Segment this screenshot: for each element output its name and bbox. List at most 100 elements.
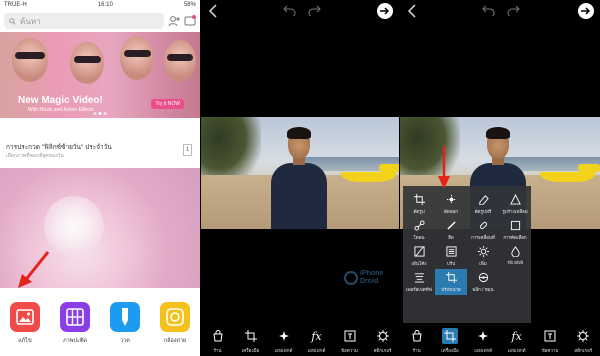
banner-subtitle: With Music and Action Effects bbox=[28, 107, 94, 113]
tab-tools[interactable]: เครื่องมือ bbox=[436, 328, 464, 354]
tab-tools[interactable]: เครื่องมือ bbox=[237, 328, 265, 354]
tool-curves[interactable]: เส้นโค้ง bbox=[403, 243, 435, 269]
tool-label: ปรับขนาด bbox=[441, 287, 461, 292]
banner-title: New Magic Video! bbox=[18, 95, 103, 106]
try-now-button[interactable]: Try it NOW bbox=[151, 99, 184, 109]
tool-adjust[interactable]: ปรับ bbox=[435, 243, 467, 269]
tab-label: ร้าน bbox=[412, 348, 421, 353]
tool-label: การคัดเลือก bbox=[503, 235, 527, 240]
banner-sunglasses bbox=[167, 54, 193, 61]
tab-shop[interactable]: ร้าน bbox=[403, 328, 431, 354]
tab-fx[interactable]: fx เอฟเฟกต์ bbox=[503, 328, 531, 354]
tool-label: รูปร่างเหลือม bbox=[502, 209, 528, 214]
banner-face bbox=[70, 42, 104, 84]
tab-text[interactable]: ข้อความ bbox=[536, 328, 564, 354]
arrow-right-icon bbox=[581, 7, 591, 15]
redo-icon[interactable] bbox=[506, 4, 520, 16]
perspective-icon bbox=[413, 271, 425, 283]
selection-icon bbox=[509, 219, 521, 231]
watermark: iPhone Droid bbox=[344, 270, 383, 286]
sticker-gear-icon bbox=[575, 328, 591, 344]
redo-icon[interactable] bbox=[307, 4, 321, 16]
tab-sticker[interactable]: สติกเกอร์ bbox=[569, 328, 597, 354]
person-shirt bbox=[271, 163, 327, 229]
red-arrow-annotation bbox=[18, 251, 50, 288]
tab-effects[interactable]: เอฟเฟกต์ bbox=[469, 328, 497, 354]
tab-shop[interactable]: ร้าน bbox=[204, 328, 232, 354]
tab-text[interactable]: ข้อความ bbox=[336, 328, 364, 354]
photo-canvas[interactable] bbox=[201, 117, 399, 229]
tool-tilt-shift[interactable]: Tilt Shift bbox=[499, 243, 531, 269]
tool-free-crop[interactable]: ตัดออก bbox=[435, 191, 467, 217]
person-hair bbox=[486, 127, 510, 139]
crop-icon bbox=[413, 193, 425, 205]
free-crop-icon bbox=[445, 193, 457, 205]
tool-selection[interactable]: การคัดเลือก bbox=[499, 217, 531, 243]
editor-bottom-bar: ร้าน เครื่องมือ เอฟเฟกต์ fx เอฟเฟกต์ ข้อค… bbox=[201, 322, 399, 356]
carousel-dot bbox=[103, 112, 107, 115]
tool-flip-rotate[interactable]: พลิก / หมุน bbox=[467, 269, 499, 295]
carousel-dots bbox=[93, 112, 107, 115]
back-chevron-icon[interactable] bbox=[208, 4, 218, 18]
tab-sticker[interactable]: สติกเกอร์ bbox=[369, 328, 397, 354]
tab-fx[interactable]: fx เอฟเฟกต์ bbox=[303, 328, 331, 354]
editor-bottom-bar: ร้าน เครื่องมือ เอฟเฟกต์ fx เอฟเฟกต์ ข้อค… bbox=[400, 322, 600, 356]
dock-item-camera[interactable]: กล้องถ่าย bbox=[155, 302, 195, 345]
shop-bag-icon bbox=[210, 328, 226, 344]
banner-face bbox=[164, 40, 196, 82]
tool-perspective[interactable]: เพอร์สเปคทีฟ bbox=[403, 269, 435, 295]
back-chevron-icon[interactable] bbox=[407, 4, 417, 18]
sticker-gear-icon bbox=[375, 328, 391, 344]
tilt-shift-icon bbox=[509, 245, 521, 257]
tool-motion[interactable]: การเคลื่อนที่ bbox=[467, 217, 499, 243]
tool-shape[interactable]: รูปร่างเหลือม bbox=[499, 191, 531, 217]
tools-menu: ตัดรูป ตัดออก ตัดรูปฟรี รูปร่างเหลือม โค… bbox=[403, 186, 531, 323]
dock-item-collage[interactable]: ภาพปะติด bbox=[55, 302, 95, 345]
camera-icon bbox=[160, 302, 190, 332]
red-arrow-annotation bbox=[438, 146, 450, 189]
search-input[interactable]: ค้นหา bbox=[4, 13, 164, 29]
adjust-icon bbox=[445, 245, 457, 257]
carousel-dot bbox=[98, 112, 102, 115]
person-selfie bbox=[271, 127, 327, 229]
promo-banner[interactable]: New Magic Video! With Music and Action E… bbox=[0, 32, 200, 118]
banner-sunglasses bbox=[74, 56, 101, 63]
watermark-line: Droid bbox=[360, 278, 379, 285]
text-box-icon bbox=[342, 328, 358, 344]
next-button[interactable] bbox=[578, 3, 594, 19]
dock-item-draw[interactable]: วาด bbox=[105, 302, 145, 345]
dock-label: วาด bbox=[120, 338, 130, 344]
tool-resize[interactable]: ปรับขนาด bbox=[435, 269, 467, 295]
dock-item-edit[interactable]: แก้ไข bbox=[5, 302, 45, 345]
tool-label: ยืด bbox=[448, 235, 454, 240]
tool-enhance[interactable]: เพิ่ม bbox=[467, 243, 499, 269]
contest-subtitle: เลือกภาพที่ชอบที่สุดของวัน bbox=[6, 153, 64, 159]
tab-effects[interactable]: เอฟเฟกต์ bbox=[270, 328, 298, 354]
tool-label: เพอร์สเปคทีฟ bbox=[406, 287, 432, 292]
curves-icon bbox=[413, 245, 425, 257]
enhance-icon bbox=[477, 245, 489, 257]
tool-stretch[interactable]: ยืด bbox=[435, 217, 467, 243]
tool-clone[interactable]: โคลน bbox=[403, 217, 435, 243]
carrier-label: TRUE-H bbox=[4, 2, 27, 8]
undo-icon[interactable] bbox=[482, 4, 496, 16]
add-user-icon[interactable] bbox=[168, 15, 180, 27]
tool-label: การเคลื่อนที่ bbox=[471, 235, 495, 240]
tool-label: เพิ่ม bbox=[479, 261, 487, 266]
notifications-icon[interactable] bbox=[184, 15, 196, 27]
dock-label: กล้องถ่าย bbox=[163, 338, 187, 344]
draw-icon bbox=[110, 302, 140, 332]
carousel-dot bbox=[93, 112, 97, 115]
tool-label: ตัดรูปฟรี bbox=[474, 209, 492, 214]
tool-label: ปรับ bbox=[446, 261, 456, 266]
next-button[interactable] bbox=[377, 3, 393, 19]
tool-crop[interactable]: ตัดรูป bbox=[403, 191, 435, 217]
banner-face bbox=[120, 36, 154, 80]
resize-icon bbox=[445, 271, 457, 283]
tool-cutout[interactable]: ตัดรูปฟรี bbox=[467, 191, 499, 217]
flip-rotate-icon bbox=[477, 271, 489, 283]
contest-badge[interactable]: 1 bbox=[183, 144, 192, 156]
crop-tool-icon bbox=[243, 328, 259, 344]
undo-icon[interactable] bbox=[283, 4, 297, 16]
tab-label: เครื่องมือ bbox=[241, 348, 260, 353]
